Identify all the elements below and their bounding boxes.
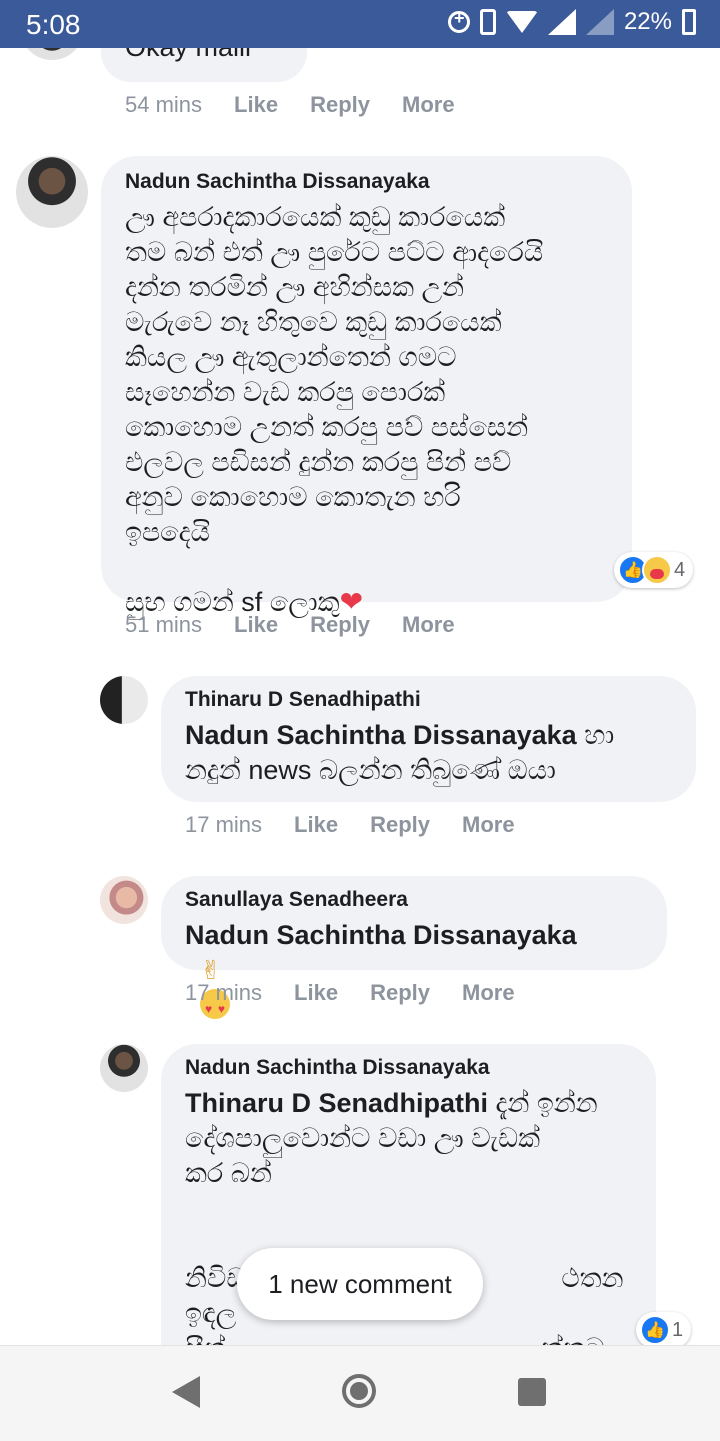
battery-percent: 22% <box>623 8 672 35</box>
avatar[interactable] <box>100 1044 148 1092</box>
avatar[interactable] <box>100 876 148 924</box>
recents-icon[interactable] <box>518 1378 546 1406</box>
mention-link[interactable]: Nadun Sachintha Dissanayaka <box>185 920 577 950</box>
comment-time: 51 mins <box>125 612 203 637</box>
more-button[interactable]: More <box>462 980 515 1006</box>
comment-author[interactable]: Nadun Sachintha Dissanayaka <box>185 1056 632 1080</box>
reply-button[interactable]: Reply <box>310 92 370 118</box>
comment-time: 17 mins <box>185 980 263 1005</box>
like-button[interactable]: Like <box>234 92 278 118</box>
reaction-count: 4 <box>674 558 686 581</box>
mention-link[interactable]: Nadun Sachintha Dissanayaka <box>185 720 577 750</box>
comment-meta: 17 mins Like Reply More <box>185 980 515 1006</box>
more-button[interactable]: More <box>402 612 455 638</box>
comment-meta: 51 mins Like Reply More <box>125 612 455 638</box>
like-button[interactable]: Like <box>234 612 278 638</box>
comment-meta: 17 mins Like Reply More <box>185 812 515 838</box>
status-icons: 22% <box>447 8 696 36</box>
signal-secondary-icon <box>585 9 614 35</box>
like-reaction-icon: 👍 <box>640 1315 670 1345</box>
wifi-icon <box>505 11 538 33</box>
mention-link[interactable]: Thinaru D Senadhipathi <box>185 1088 488 1118</box>
comment-bubble: Nadun Sachintha Dissanayaka ඌ අපරාදකාරයෙ… <box>101 156 632 617</box>
comment-author[interactable]: Thinaru D Senadhipathi <box>185 688 672 712</box>
home-icon[interactable] <box>342 1374 376 1408</box>
avatar[interactable] <box>100 676 148 724</box>
status-time: 5:08 <box>26 9 81 40</box>
battery-charging-icon <box>682 9 696 35</box>
comment-time: 54 mins <box>125 92 203 117</box>
system-nav-bar <box>0 1345 720 1441</box>
comment-bubble: Thinaru D Senadhipathi Nadun Sachintha D… <box>161 676 696 802</box>
data-saver-icon <box>447 8 470 33</box>
reply-button[interactable]: Reply <box>310 612 370 638</box>
like-button[interactable]: Like <box>294 980 338 1006</box>
comment-meta: 54 mins Like Reply More <box>125 92 455 118</box>
new-comment-toast[interactable]: 1 new comment <box>237 1248 483 1320</box>
reply-button[interactable]: Reply <box>370 812 430 838</box>
status-bar: 5:08 22% <box>0 0 720 48</box>
care-reaction-icon <box>642 555 672 585</box>
reply-button[interactable]: Reply <box>370 980 430 1006</box>
vibrate-icon <box>479 9 496 35</box>
comment-author[interactable]: Sanullaya Senadheera <box>185 888 643 912</box>
reaction-summary[interactable]: 👍 4 <box>614 552 694 588</box>
more-button[interactable]: More <box>462 812 515 838</box>
comment-time: 17 mins <box>185 812 263 837</box>
avatar[interactable] <box>16 156 88 228</box>
comment-author[interactable]: Nadun Sachintha Dissanayaka <box>125 170 608 194</box>
like-button[interactable]: Like <box>294 812 338 838</box>
comment-bubble: Sanullaya Senadheera Nadun Sachintha Dis… <box>161 876 667 1027</box>
back-icon[interactable] <box>172 1376 200 1408</box>
signal-icon <box>547 9 576 35</box>
more-button[interactable]: More <box>402 92 455 118</box>
comment-text: ඌ අපරාදකාරයෙක් කුඩු කාරයෙක් තම බන් එත් ඌ… <box>125 202 544 617</box>
reaction-count: 1 <box>672 1318 684 1341</box>
reaction-summary[interactable]: 👍 1 <box>636 1312 692 1348</box>
